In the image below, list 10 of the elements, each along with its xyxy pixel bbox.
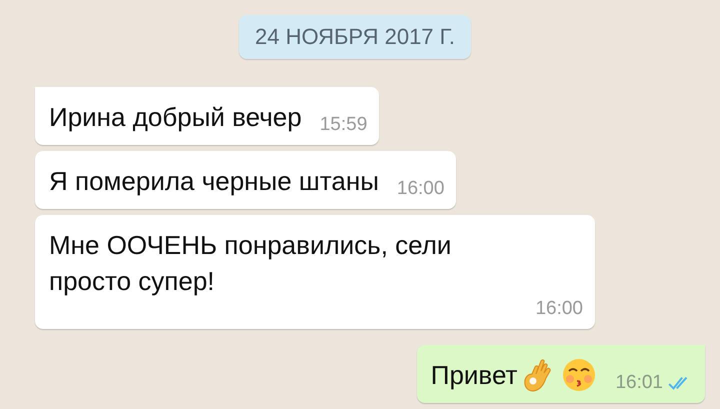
message-text: Мне ООЧЕНЬ понравились, сели просто супер! bbox=[49, 229, 452, 298]
kissing-face-icon bbox=[561, 357, 598, 393]
message-time: 15:59 bbox=[320, 115, 368, 135]
message-time: 16:00 bbox=[535, 299, 583, 319]
message-time: 16:01 bbox=[615, 373, 663, 393]
message-text: Ирина добрый вечер bbox=[49, 101, 302, 134]
date-label: 24 НОЯБРЯ 2017 Г. bbox=[238, 15, 471, 59]
message-time: 16:00 bbox=[396, 179, 444, 199]
message-text: Привет bbox=[430, 359, 518, 392]
message-text: Я померила черные штаны bbox=[49, 165, 379, 198]
